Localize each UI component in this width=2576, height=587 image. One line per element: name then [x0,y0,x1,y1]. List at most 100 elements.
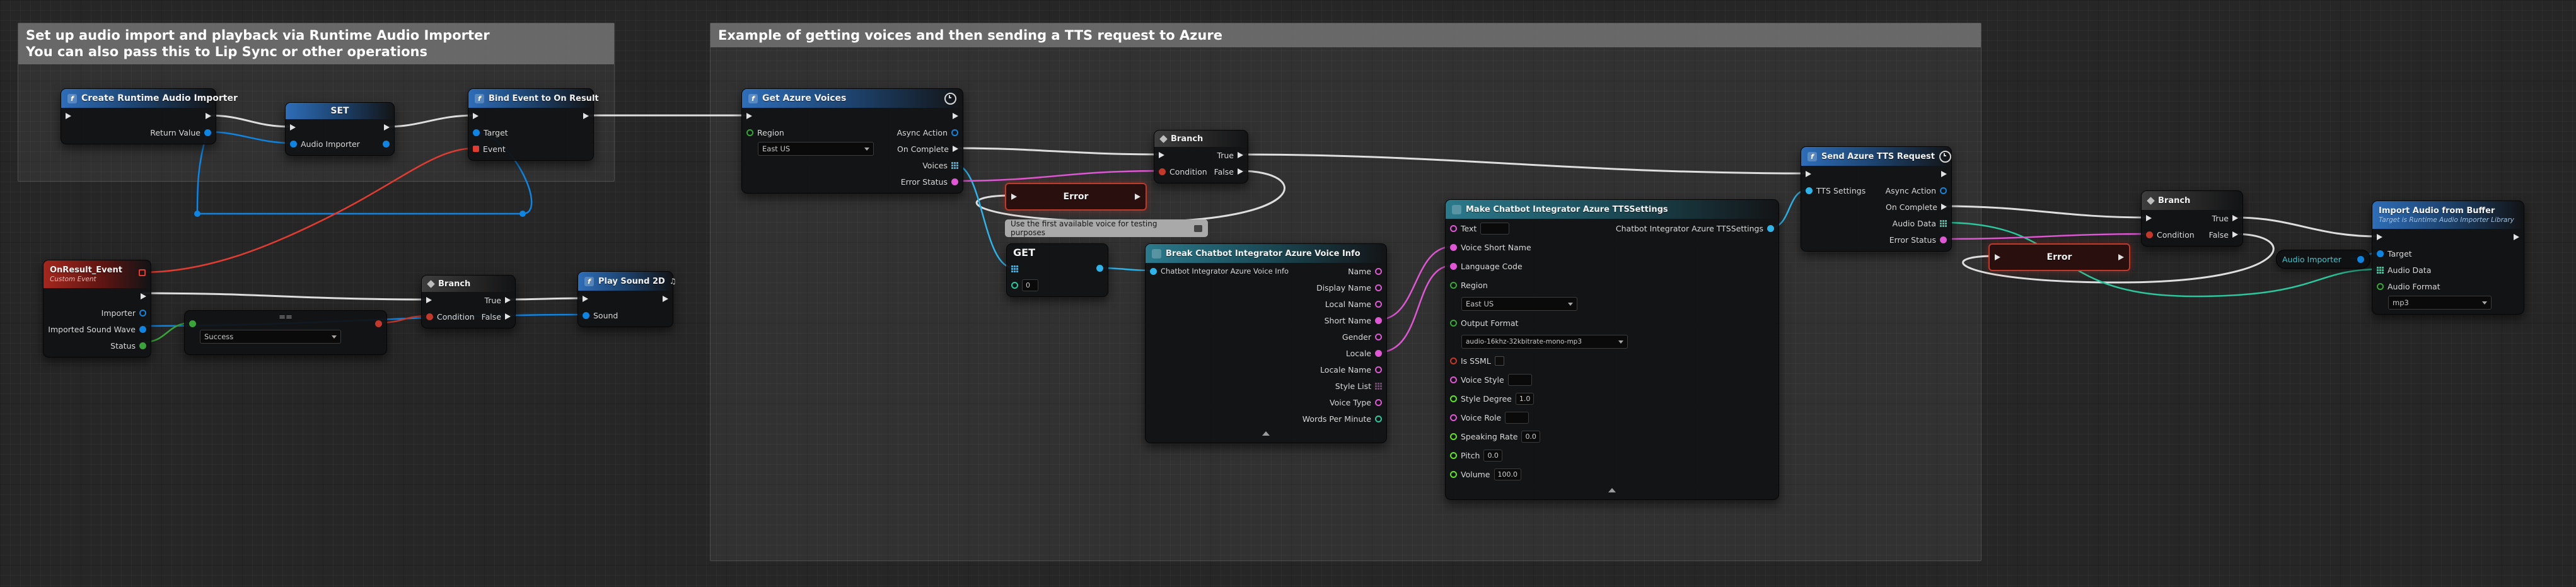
region-dropdown[interactable]: East US [758,142,874,156]
delegate-pin[interactable] [139,269,146,276]
volume-input[interactable]: 100.0 [1494,468,1522,480]
false-exec-pin[interactable] [1238,168,1243,175]
bool-result-pin[interactable] [375,320,382,327]
node-comment-bubble[interactable]: Use the first available voice for testin… [1005,219,1208,237]
index-input[interactable]: 0 [1022,279,1038,291]
node-send-azure-tts-request[interactable]: f Send Azure TTS Request TTS Settings As… [1801,146,1952,252]
exec-in-pin[interactable] [2146,215,2152,221]
exec-in-pin[interactable] [1806,171,1811,177]
exec-in-pin[interactable] [1011,194,1017,200]
node-array-get[interactable]: GET 0 [1006,243,1108,297]
collapse-chevron-icon[interactable] [1262,431,1270,436]
locale-pin[interactable] [1375,350,1382,357]
style-degree-pin[interactable] [1450,395,1457,402]
true-exec-pin[interactable] [1238,152,1243,158]
false-exec-pin[interactable] [505,313,511,320]
language-code-pin[interactable] [1450,263,1457,270]
node-error-2[interactable]: Error [1988,243,2130,271]
name-pin[interactable] [1375,268,1382,275]
exec-out-pin[interactable] [953,113,958,119]
audio-format-dropdown[interactable]: mp3 [2388,296,2492,310]
words-per-minute-pin[interactable] [1375,416,1382,422]
voice-short-name-pin[interactable] [1450,244,1457,251]
short-name-pin[interactable] [1375,317,1382,324]
reroute-node[interactable] [194,211,200,217]
audio-data-array-pin[interactable] [1940,220,1947,227]
exec-out-pin[interactable] [663,296,668,302]
condition-pin[interactable] [426,313,433,320]
pitch-input[interactable]: 0.0 [1483,450,1502,462]
node-make-azure-tts-settings[interactable]: Make Chatbot Integrator Azure TTSSetting… [1445,199,1779,500]
exec-out-pin[interactable] [384,124,390,131]
error-status-pin[interactable] [1940,236,1947,243]
async-action-pin[interactable] [1940,187,1947,194]
comment-bubble-icon[interactable] [1194,225,1202,232]
element-out-pin[interactable] [1096,265,1103,272]
style-degree-input[interactable]: 1.0 [1516,393,1535,405]
status-pin[interactable] [139,342,146,349]
node-break-azure-voice-info[interactable]: Break Chatbot Integrator Azure Voice Inf… [1145,243,1387,443]
is-ssml-checkbox[interactable] [1495,356,1504,366]
collapse-chevron-icon[interactable] [1608,488,1616,492]
node-get-azure-voices[interactable]: f Get Azure Voices Region Async Action E… [741,88,963,194]
exec-out-pin[interactable] [1941,171,1947,177]
text-input[interactable] [1480,223,1509,235]
voice-style-pin[interactable] [1450,376,1457,383]
node-branch-2[interactable]: Branch True Condition False [1154,130,1248,183]
speaking-rate-pin[interactable] [1450,433,1457,440]
compare-a-pin[interactable] [189,320,196,327]
text-pin[interactable] [1450,225,1457,232]
imported-sound-wave-pin[interactable] [139,326,146,333]
node-error-1[interactable]: Error [1005,183,1147,211]
voice-type-pin[interactable] [1375,399,1382,406]
region-pin[interactable] [1450,282,1457,289]
variable-out-pin[interactable] [2357,256,2364,263]
output-format-pin[interactable] [1450,320,1457,327]
exec-in-pin[interactable] [583,296,588,302]
target-pin[interactable] [2377,250,2384,257]
node-branch-1[interactable]: Branch True Condition False [421,275,516,328]
volume-pin[interactable] [1450,471,1457,478]
exec-in-pin[interactable] [746,113,752,119]
false-exec-pin[interactable] [2232,231,2238,238]
region-dropdown[interactable]: East US [1461,297,1577,311]
style-list-array-pin[interactable] [1375,383,1382,390]
exec-in-pin[interactable] [1995,254,2000,260]
voice-role-input[interactable] [1505,412,1529,424]
node-create-runtime-audio-importer[interactable]: f Create Runtime Audio Importer Return V… [61,88,216,144]
exec-in-pin[interactable] [66,113,71,119]
exec-out-pin[interactable] [141,293,146,299]
blueprint-graph-canvas[interactable]: Set up audio import and playback via Run… [0,0,2576,587]
index-pin[interactable] [1011,282,1018,289]
exec-out-pin[interactable] [1135,194,1140,200]
node-audio-importer-variable[interactable]: Audio Importer [2276,250,2370,269]
condition-pin[interactable] [2146,231,2153,238]
async-action-pin[interactable] [951,129,958,136]
sound-pin[interactable] [583,312,589,319]
exec-out-pin[interactable] [2118,254,2124,260]
output-format-dropdown[interactable]: audio-16khz-32kbitrate-mono-mp3 [1461,335,1628,349]
array-in-pin[interactable] [1011,265,1018,272]
struct-in-pin[interactable] [1150,268,1157,275]
local-name-pin[interactable] [1375,301,1382,308]
exec-in-pin[interactable] [2377,234,2382,240]
node-on-result-custom-event[interactable]: OnResult_Event Custom Event Importer Imp… [43,260,151,357]
node-set-audio-importer[interactable]: SET Audio Importer [285,102,395,156]
condition-pin[interactable] [1159,168,1166,175]
node-import-audio-from-buffer[interactable]: Import Audio from Buffer Target is Runti… [2372,201,2524,315]
return-value-pin[interactable] [204,129,211,136]
exec-in-pin[interactable] [473,113,479,119]
true-exec-pin[interactable] [505,297,511,303]
tts-settings-pin[interactable] [1806,187,1813,194]
exec-in-pin[interactable] [426,297,432,303]
reroute-node[interactable] [519,211,526,217]
true-exec-pin[interactable] [2232,215,2238,221]
event-delegate-pin[interactable] [473,146,479,152]
exec-out-pin[interactable] [583,113,589,119]
on-complete-exec-pin[interactable] [953,146,958,152]
pitch-pin[interactable] [1450,452,1457,459]
value-out-pin[interactable] [383,141,390,148]
voice-style-input[interactable] [1508,374,1532,386]
on-complete-exec-pin[interactable] [1941,204,1947,210]
error-status-pin[interactable] [951,178,958,185]
